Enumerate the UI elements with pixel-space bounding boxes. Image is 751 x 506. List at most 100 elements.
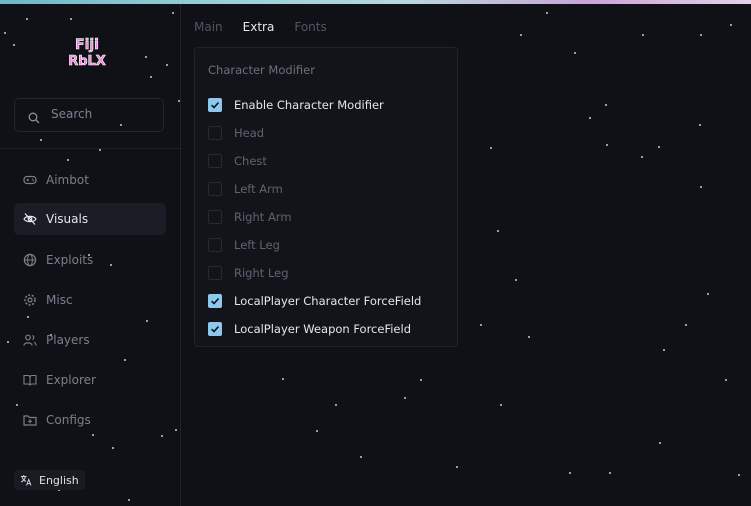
check-icon <box>211 298 220 305</box>
sidebar-item-label: Exploits <box>46 253 94 267</box>
star <box>456 466 458 468</box>
search-box[interactable] <box>14 98 164 132</box>
star <box>707 293 709 295</box>
panel-title: Character Modifier <box>208 63 315 77</box>
option-row[interactable]: Right Arm <box>208 209 292 225</box>
sidebar-item-label: Aimbot <box>46 173 89 187</box>
star <box>663 349 665 351</box>
option-row[interactable]: Left Leg <box>208 237 280 253</box>
users-icon <box>23 333 37 347</box>
star <box>725 379 727 381</box>
tab-bar: Main Extra Fonts <box>194 20 347 34</box>
star <box>700 34 702 36</box>
option-label: Enable Character Modifier <box>234 98 384 112</box>
option-row[interactable]: LocalPlayer Weapon ForceField <box>208 321 411 337</box>
sidebar-item-visuals[interactable]: Visuals <box>14 203 166 235</box>
option-label: Left Arm <box>234 182 283 196</box>
star <box>282 378 284 380</box>
sidebar-item-aimbot[interactable]: Aimbot <box>14 164 166 196</box>
checkbox-checked[interactable] <box>208 322 222 336</box>
star <box>609 472 611 474</box>
checkbox-unchecked[interactable] <box>208 154 222 168</box>
sidebar-item-players[interactable]: Players <box>14 324 166 356</box>
character-modifier-panel: Character Modifier Enable Character Modi… <box>194 47 458 347</box>
option-row[interactable]: Left Arm <box>208 181 283 197</box>
gamepad-icon <box>23 173 37 187</box>
star <box>641 156 643 158</box>
eye-off-icon <box>23 212 37 226</box>
star <box>497 230 499 232</box>
option-label: LocalPlayer Weapon ForceField <box>234 322 412 336</box>
sidebar: Fiji RbLX Aimbot Visuals Exploits Misc <box>0 4 181 506</box>
tab-fonts[interactable]: Fonts <box>294 20 326 34</box>
star <box>335 404 337 406</box>
language-label: English <box>39 473 79 487</box>
search-icon <box>28 109 40 128</box>
sidebar-item-configs[interactable]: Configs <box>14 404 166 436</box>
star <box>316 430 318 432</box>
option-label: Right Arm <box>234 210 292 224</box>
checkbox-checked[interactable] <box>208 98 222 112</box>
star <box>569 472 571 474</box>
option-row[interactable]: LocalPlayer Character ForceField <box>208 293 421 309</box>
star <box>642 34 644 36</box>
search-input[interactable] <box>51 107 156 121</box>
sidebar-item-label: Explorer <box>46 373 96 387</box>
sidebar-item-misc[interactable]: Misc <box>14 284 166 316</box>
star <box>420 379 422 381</box>
star <box>730 24 732 26</box>
svg-text:Fiji: Fiji <box>75 37 99 53</box>
tab-extra[interactable]: Extra <box>243 20 275 34</box>
star <box>360 456 362 458</box>
option-row[interactable]: Head <box>208 125 264 141</box>
option-label: Chest <box>234 154 267 168</box>
option-row[interactable]: Right Leg <box>208 265 289 281</box>
star <box>546 12 548 14</box>
sidebar-item-label: Misc <box>46 293 73 307</box>
checkbox-unchecked[interactable] <box>208 238 222 252</box>
tab-main[interactable]: Main <box>194 20 223 34</box>
checkbox-unchecked[interactable] <box>208 182 222 196</box>
translate-icon <box>20 474 32 486</box>
checkbox-unchecked[interactable] <box>208 210 222 224</box>
sidebar-item-label: Visuals <box>46 212 89 226</box>
check-icon <box>211 102 220 109</box>
sidebar-item-label: Configs <box>46 413 91 427</box>
option-label: Head <box>234 126 265 140</box>
folder-icon <box>23 413 37 427</box>
star <box>685 324 687 326</box>
checkbox-checked[interactable] <box>208 294 222 308</box>
star <box>404 397 406 399</box>
star <box>528 336 530 338</box>
sidebar-item-label: Players <box>46 333 90 347</box>
svg-text:RbLX: RbLX <box>68 54 106 69</box>
star <box>490 147 492 149</box>
sidebar-item-explorer[interactable]: Explorer <box>14 364 166 396</box>
checkbox-unchecked[interactable] <box>208 266 222 280</box>
star <box>699 124 701 126</box>
option-row[interactable]: Chest <box>208 153 267 169</box>
gear-icon <box>23 293 37 307</box>
star <box>480 324 482 326</box>
star <box>659 442 661 444</box>
book-icon <box>23 373 37 387</box>
star <box>605 104 607 106</box>
option-label: Left Leg <box>234 238 280 252</box>
globe-icon <box>23 253 37 267</box>
star <box>738 474 740 476</box>
check-icon <box>211 326 220 333</box>
sidebar-divider <box>0 148 180 149</box>
star <box>515 279 517 281</box>
app-window: Fiji RbLX Aimbot Visuals Exploits Misc <box>0 4 751 506</box>
sidebar-item-exploits[interactable]: Exploits <box>14 244 166 276</box>
checkbox-unchecked[interactable] <box>208 126 222 140</box>
star <box>658 146 660 148</box>
option-label: Right Leg <box>234 266 289 280</box>
star <box>606 144 608 146</box>
star <box>520 34 522 36</box>
language-selector[interactable]: English <box>14 470 85 490</box>
option-row[interactable]: Enable Character Modifier <box>208 97 384 113</box>
star <box>589 117 591 119</box>
option-label: LocalPlayer Character ForceField <box>234 294 422 308</box>
star <box>500 404 502 406</box>
